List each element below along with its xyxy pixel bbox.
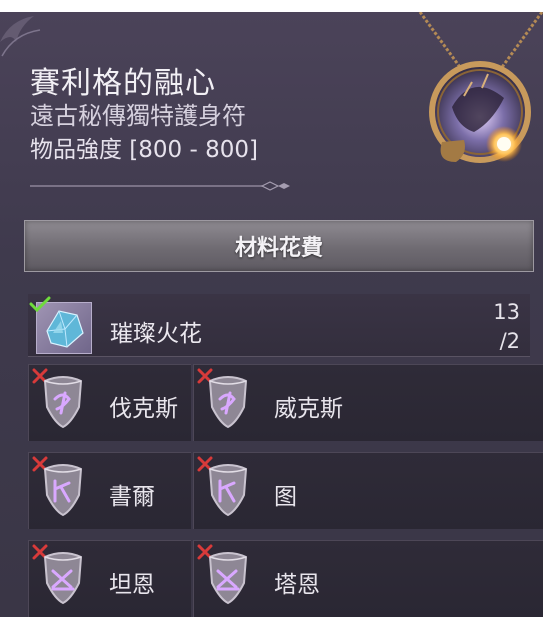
material-count-required: /2: [499, 329, 520, 353]
rune-name: 威克斯: [274, 396, 343, 422]
rune-name: 图: [274, 484, 297, 510]
check-icon: [29, 296, 51, 312]
item-type: 遠古秘傳獨特護身符: [30, 102, 246, 130]
rune-shield-icon: [43, 552, 83, 605]
material-row[interactable]: 璀璨火花 13 /2: [28, 294, 530, 357]
rune-slot[interactable]: 威克斯: [193, 364, 543, 441]
rune-name: 塔恩: [274, 572, 320, 598]
rune-shield-icon: [208, 552, 248, 605]
rune-name: 伐克斯: [109, 396, 178, 422]
corner-ornament-icon: [0, 16, 41, 57]
item-power: 物品強度 [800 - 800]: [30, 137, 258, 163]
rune-shield-icon: [43, 464, 83, 517]
material-name: 璀璨火花: [110, 321, 202, 347]
rune-slot[interactable]: 塔恩: [193, 540, 543, 617]
material-count: 13 /2: [493, 298, 520, 356]
rune-slot[interactable]: 图: [193, 452, 543, 529]
rune-name: 書爾: [109, 484, 155, 510]
divider: [30, 181, 290, 191]
rune-name: 坦恩: [109, 572, 155, 598]
rune-shield-icon: [208, 464, 248, 517]
cost-header: 材料花費: [24, 220, 534, 272]
rune-slot[interactable]: 書爾: [28, 452, 191, 529]
material-count-owned: 13: [493, 300, 520, 324]
rune-shield-icon: [208, 376, 248, 429]
cost-header-label: 材料花費: [234, 236, 323, 261]
amulet-icon: [418, 12, 543, 163]
rune-slot[interactable]: 坦恩: [28, 540, 191, 617]
item-tooltip: 賽利格的融心 遠古秘傳獨特護身符 物品強度 [800 - 800] 材料花費 璀…: [0, 12, 543, 617]
rune-shield-icon: [43, 376, 83, 429]
rune-slot[interactable]: 伐克斯: [28, 364, 191, 441]
